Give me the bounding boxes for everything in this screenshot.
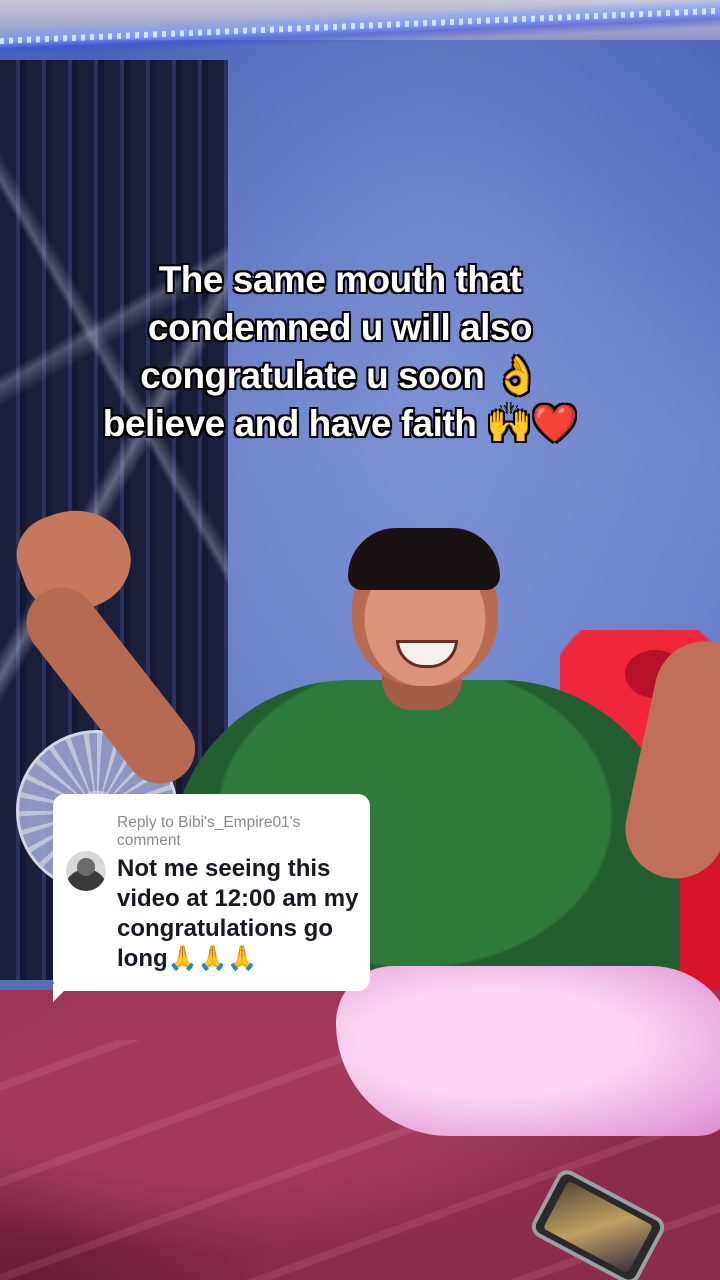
video-frame[interactable] bbox=[0, 0, 720, 1280]
person-hair bbox=[348, 528, 500, 590]
pink-pillow bbox=[336, 966, 720, 1136]
caption-line-3: congratulate u soon 👌 bbox=[140, 354, 541, 397]
reply-header-line-1: Reply to Bibi's_Empire01's bbox=[117, 814, 301, 831]
caption-line-4: believe and have faith 🙌❤️ bbox=[102, 402, 578, 445]
video-caption: The same mouth that condemned u will als… bbox=[60, 256, 620, 448]
reply-header: Reply to Bibi's_Empire01's comment bbox=[117, 814, 357, 850]
reply-comment-text: Not me seeing this video at 12:00 am my … bbox=[117, 855, 359, 972]
user-avatar-icon bbox=[66, 851, 106, 891]
caption-line-2: condemned u will also bbox=[147, 306, 533, 349]
caption-line-1: The same mouth that bbox=[158, 258, 523, 301]
reply-header-line-2: comment bbox=[117, 832, 181, 849]
reply-comment-sticker[interactable]: Reply to Bibi's_Empire01's comment Not m… bbox=[53, 794, 370, 991]
